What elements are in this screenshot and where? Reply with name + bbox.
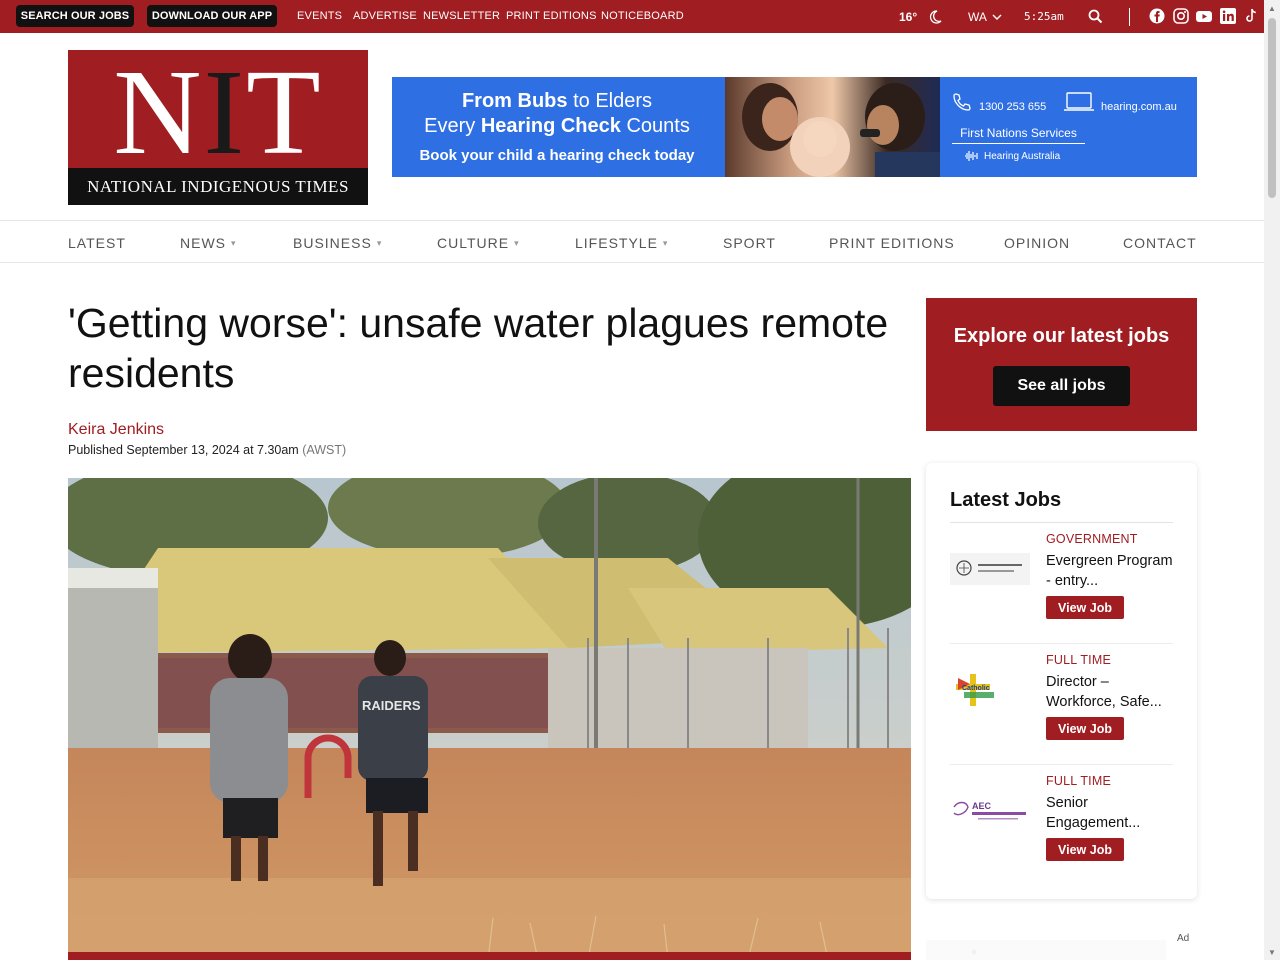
nav-item-print-editions[interactable]: PRINT EDITIONS: [829, 235, 955, 251]
search-jobs-button[interactable]: SEARCH OUR JOBS: [16, 5, 134, 27]
chevron-down-icon: [992, 10, 1002, 24]
nav-item-opinion[interactable]: OPINION: [1004, 235, 1070, 251]
job-type: GOVERNMENT: [1046, 532, 1138, 546]
chevron-down-icon: ▾: [662, 237, 669, 248]
divider: [950, 522, 1173, 523]
banner-line-3: Book your child a hearing check today: [419, 147, 695, 164]
site-logo[interactable]: NIT NATIONAL INDIGENOUS TIMES: [68, 50, 368, 205]
latest-jobs-heading: Latest Jobs: [950, 489, 1062, 511]
banner-photo: [725, 77, 940, 177]
banner-copy: From Bubs to Elders Every Hearing Check …: [392, 77, 722, 177]
jobs-promo: Explore our latest jobs See all jobs: [926, 298, 1197, 431]
logo-name: NATIONAL INDIGENOUS TIMES: [68, 168, 368, 205]
published-date: Published September 13, 2024 at 7.30am: [68, 443, 299, 457]
top-link-events[interactable]: EVENTS: [297, 10, 342, 22]
nav-item-sport[interactable]: SPORT: [723, 235, 776, 251]
logo-monogram: NIT: [113, 45, 323, 180]
region-label: WA: [968, 9, 987, 24]
download-app-button[interactable]: DOWNLOAD OUR APP: [147, 5, 277, 27]
top-link-newsletter[interactable]: NEWSLETTER: [423, 10, 500, 22]
job-logo-catholic-education: Catholic: [950, 674, 1030, 706]
page-scrollbar[interactable]: ▲ ▼: [1264, 0, 1280, 960]
hero-caption-bar: [68, 952, 911, 960]
banner-line-1: From Bubs to Elders: [461, 90, 653, 112]
job-logo-australian-government: [950, 553, 1030, 585]
job-type: FULL TIME: [1046, 653, 1112, 667]
job-title[interactable]: Senior Engagement...: [1046, 793, 1173, 833]
scroll-up-arrow-icon[interactable]: ▲: [1264, 0, 1280, 16]
sidebar-ad[interactable]: [926, 940, 1166, 960]
view-job-button[interactable]: View Job: [1046, 717, 1124, 740]
nav-item-latest[interactable]: LATEST: [68, 235, 126, 251]
chevron-down-icon: ▾: [231, 237, 237, 248]
job-logo-aec: AEC: [950, 795, 1030, 827]
divider: [950, 764, 1173, 765]
job-title[interactable]: Director – Workforce, Safe...: [1046, 672, 1173, 712]
see-all-jobs-button[interactable]: See all jobs: [993, 366, 1130, 406]
linkedin-icon[interactable]: [1220, 8, 1236, 24]
top-link-print-editions[interactable]: PRINT EDITIONS: [506, 10, 597, 22]
nav-item-lifestyle[interactable]: LIFESTYLE ▾: [575, 235, 668, 251]
hearing-ad-banner[interactable]: From Bubs to Elders Every Hearing Check …: [392, 77, 1197, 177]
banner-line-2: Every Hearing Check Counts: [424, 115, 690, 137]
banner-phone: 1300 253 655: [979, 101, 1047, 113]
ad-label: Ad: [1177, 933, 1190, 944]
search-icon[interactable]: [1088, 0, 1103, 33]
job-title[interactable]: Evergreen Program - entry...: [1046, 551, 1173, 591]
region-selector[interactable]: WA: [968, 0, 1002, 33]
article-author-link[interactable]: Keira Jenkins: [68, 421, 164, 439]
view-job-button[interactable]: View Job: [1046, 838, 1124, 861]
phone-icon: [952, 92, 972, 117]
tiktok-icon[interactable]: [1244, 8, 1260, 24]
nav-item-culture[interactable]: CULTURE ▾: [437, 235, 520, 251]
top-link-advertise[interactable]: ADVERTISE: [353, 10, 417, 22]
banner-contact: 1300 253 655 hearing.com.au First Nation…: [940, 77, 1197, 177]
hearing-australia-logo: Hearing Australia: [964, 150, 1060, 162]
chevron-down-icon: ▾: [376, 237, 383, 248]
nav-item-contact[interactable]: CONTACT: [1123, 235, 1197, 251]
facebook-icon[interactable]: [1149, 8, 1165, 24]
job-listing[interactable]: Catholic FULL TIME Director – Workforce,…: [950, 645, 1173, 765]
latest-jobs-widget: Latest Jobs GOVERNMENT Evergreen Program…: [926, 463, 1197, 899]
job-listing[interactable]: AEC FULL TIME Senior Engagement... View …: [950, 766, 1173, 886]
promo-title: Explore our latest jobs: [953, 325, 1170, 347]
banner-services: First Nations Services: [952, 126, 1085, 144]
banner-website: hearing.com.au: [1101, 101, 1177, 113]
laptop-icon: [1064, 92, 1094, 117]
main-nav: LATEST NEWS ▾ BUSINESS ▾ CULTURE ▾ LIFESTYL…: [0, 220, 1264, 263]
scroll-thumb[interactable]: [1268, 18, 1276, 198]
youtube-icon[interactable]: [1196, 8, 1212, 24]
article-published: Published September 13, 2024 at 7.30am (…: [68, 443, 346, 457]
top-link-noticeboard[interactable]: NOTICEBOARD: [601, 10, 684, 22]
scroll-down-arrow-icon[interactable]: ▼: [1264, 944, 1280, 960]
nav-item-news[interactable]: NEWS ▾: [180, 235, 237, 251]
svg-text:AEC: AEC: [972, 801, 992, 811]
article-hero-image: RAIDERS: [68, 478, 911, 960]
temperature: 16°: [899, 9, 918, 24]
nav-item-business[interactable]: BUSINESS ▾: [293, 235, 382, 251]
job-type: FULL TIME: [1046, 774, 1112, 788]
published-timezone: (AWST): [302, 443, 347, 457]
job-listing[interactable]: GOVERNMENT Evergreen Program - entry... …: [950, 524, 1173, 644]
shirt-text: RAIDERS: [362, 698, 421, 713]
local-time: 5:25am: [1024, 10, 1064, 23]
instagram-icon[interactable]: [1173, 8, 1189, 24]
top-bar: SEARCH OUR JOBS DOWNLOAD OUR APP EVENTS …: [0, 0, 1264, 33]
moon-icon: [927, 0, 943, 33]
divider: [1129, 0, 1130, 33]
divider: [950, 643, 1173, 644]
svg-text:Catholic: Catholic: [962, 685, 990, 692]
article-headline: 'Getting worse': unsafe water plagues re…: [68, 300, 889, 396]
view-job-button[interactable]: View Job: [1046, 596, 1124, 619]
chevron-down-icon: ▾: [514, 237, 520, 248]
